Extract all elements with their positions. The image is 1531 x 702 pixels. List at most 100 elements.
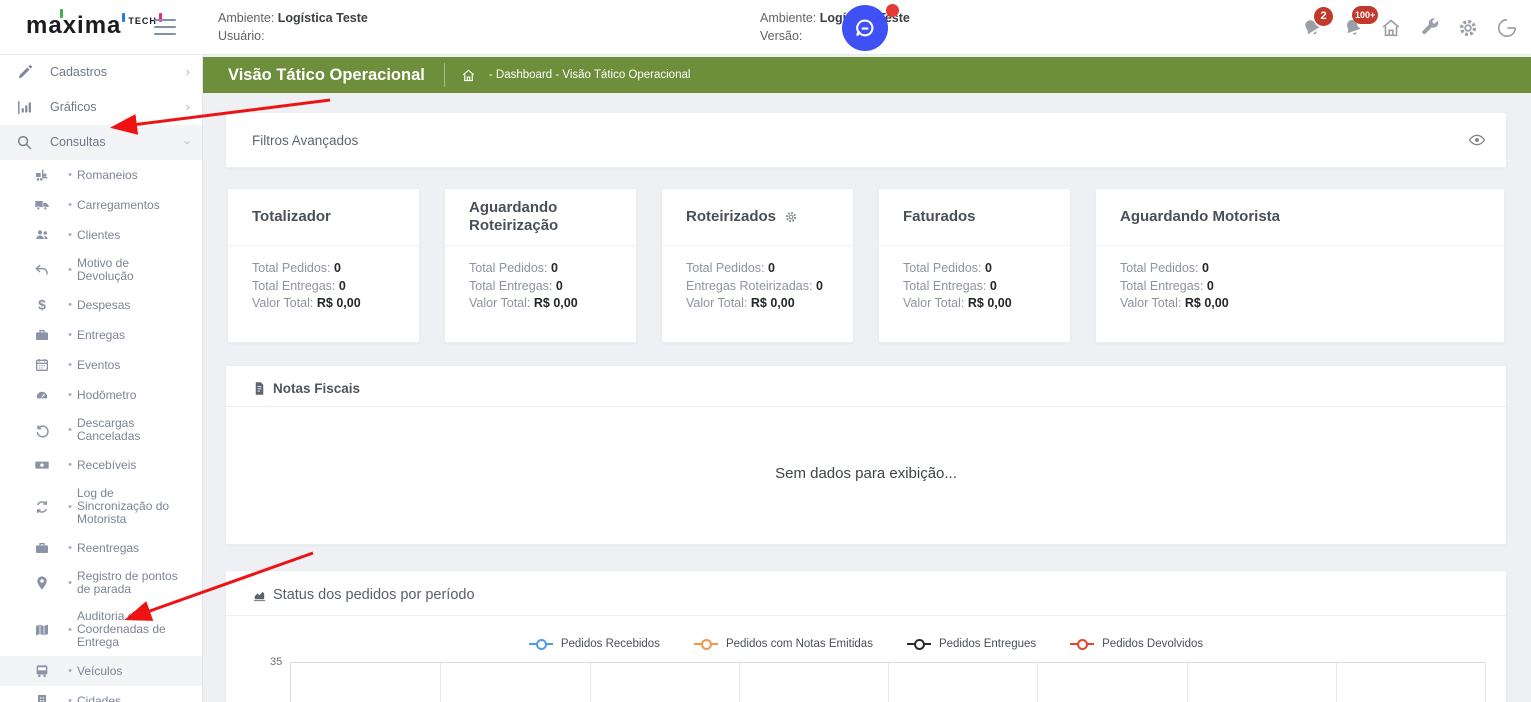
card-row: Valor Total: R$ 0,00: [252, 295, 395, 313]
tools-wrench-icon[interactable]: [1419, 17, 1441, 39]
map-icon: [34, 622, 50, 638]
card-row: Total Entregas: 0: [1120, 278, 1480, 296]
advanced-filters-panel[interactable]: Filtros Avançados: [225, 112, 1507, 168]
card-row: Valor Total: R$ 0,00: [469, 295, 612, 313]
card-settings-gear-icon[interactable]: [784, 210, 798, 224]
forklift-icon: [34, 167, 50, 183]
chart-grid: [290, 662, 1486, 702]
card-row: Total Pedidos: 0: [1120, 260, 1480, 278]
briefcase-icon: [34, 327, 50, 343]
main-content: Filtros Avançados Totalizador Total Pedi…: [203, 93, 1531, 702]
card-faturados: Faturados Total Pedidos: 0 Total Entrega…: [878, 188, 1071, 343]
card-row: Total Pedidos: 0: [252, 260, 395, 278]
location-pin-icon: [34, 575, 50, 591]
alerts-count-badge: 100+: [1352, 6, 1378, 24]
sidebar-item-clientes[interactable]: •Clientes: [0, 220, 202, 250]
chevron-right-icon: ›: [186, 99, 190, 114]
sidebar-item-consultas[interactable]: Consultas›: [0, 125, 202, 160]
legend-pedidos-entregues[interactable]: Pedidos Entregues: [907, 638, 1036, 650]
card-row: Valor Total: R$ 0,00: [686, 295, 829, 313]
legend-pedidos-recebidos[interactable]: Pedidos Recebidos: [529, 638, 660, 650]
building-icon: [34, 693, 50, 702]
gauge-icon: [34, 387, 50, 403]
card-row: Total Entregas: 0: [903, 278, 1046, 296]
empty-state-text: Sem dados para exibição...: [226, 465, 1506, 482]
y-axis-tick: 35: [270, 656, 282, 668]
legend-pedidos-notas-emitidas[interactable]: Pedidos com Notas Emitidas: [694, 638, 873, 650]
sidebar-item-carregamentos[interactable]: •Carregamentos: [0, 190, 202, 220]
sidebar-nav: Cadastros› Gráficos› Consultas› •Romanei…: [0, 55, 203, 702]
chevron-right-icon: ›: [186, 64, 190, 79]
sidebar-item-cidades[interactable]: •Cidades: [0, 686, 202, 702]
sidebar-item-despesas[interactable]: •Despesas: [0, 290, 202, 320]
card-aguardando-motorista: Aguardando Motorista Total Pedidos: 0 To…: [1095, 188, 1505, 343]
sidebar-item-romaneios[interactable]: •Romaneios: [0, 160, 202, 190]
logo-text: maxima: [26, 13, 121, 39]
sidebar-item-eventos[interactable]: •Eventos: [0, 350, 202, 380]
sidebar-item-descargas-canceladas[interactable]: •Descargas Canceladas: [0, 410, 202, 450]
chat-notification-dot: [886, 4, 899, 17]
search-icon: [16, 134, 33, 151]
sidebar-item-cadastros[interactable]: Cadastros›: [0, 55, 202, 90]
users-icon: [34, 227, 50, 243]
chat-support-button[interactable]: [842, 5, 888, 51]
card-totalizador: Totalizador Total Pedidos: 0 Total Entre…: [227, 188, 420, 343]
card-title: Faturados: [903, 208, 976, 226]
sidebar-item-graficos[interactable]: Gráficos›: [0, 90, 202, 125]
logo-accent-blue: [122, 13, 125, 22]
calendar-icon: [34, 357, 50, 373]
sidebar-item-recebiveis[interactable]: •Recebíveis: [0, 450, 202, 480]
card-row: Total Pedidos: 0: [903, 260, 1046, 278]
sidebar-item-hodometro[interactable]: •Hodômetro: [0, 380, 202, 410]
sidebar-toggle-icon[interactable]: [154, 19, 176, 40]
notifications-count-badge: 2: [1314, 7, 1333, 26]
bar-chart-icon: [16, 99, 33, 116]
document-icon: [252, 381, 267, 396]
notas-fiscais-panel: Notas Fiscais Sem dados para exibição...: [225, 365, 1507, 545]
legend-marker: [1070, 643, 1094, 645]
page-title-bar: Visão Tático Operacional - Dashboard - V…: [203, 57, 1531, 93]
dollar-icon: [34, 297, 50, 313]
legend-pedidos-devolvidos[interactable]: Pedidos Devolvidos: [1070, 638, 1203, 650]
status-pedidos-panel: Status dos pedidos por período Pedidos R…: [225, 570, 1507, 702]
sidebar-item-log-sincronizacao[interactable]: •Log de Sincronização do Motorista: [0, 480, 202, 533]
maximatech-logo[interactable]: maxima TECH: [26, 13, 162, 39]
sidebar-item-entregas[interactable]: •Entregas: [0, 320, 202, 350]
summary-cards-row: Totalizador Total Pedidos: 0 Total Entre…: [227, 188, 1505, 343]
card-title: Roteirizados: [686, 208, 776, 226]
logo-accent-green: [60, 9, 63, 18]
top-header: maxima TECH Ambiente: Logística Teste Us…: [0, 0, 1531, 55]
legend-marker: [694, 643, 718, 645]
sidebar-item-registro-pontos-parada[interactable]: •Registro de pontos de parada: [0, 563, 202, 603]
legend-marker: [907, 643, 931, 645]
card-title: Aguardando Roteirização: [469, 199, 618, 235]
sidebar-item-reentregas[interactable]: •Reentregas: [0, 533, 202, 563]
environment-info: Ambiente: Logística Teste Usuário:: [218, 9, 368, 45]
chat-bubble-icon: [852, 15, 878, 41]
status-chart-title: Status dos pedidos por período: [273, 587, 475, 603]
card-row: Valor Total: R$ 0,00: [1120, 295, 1480, 313]
undo-icon: [34, 422, 50, 438]
logout-icon[interactable]: [1496, 17, 1518, 39]
settings-gear-icon[interactable]: [1457, 17, 1479, 39]
banknote-icon: [34, 457, 50, 473]
sidebar-item-veiculos[interactable]: •Veículos: [0, 656, 202, 686]
home-icon[interactable]: [1380, 17, 1402, 39]
sidebar-item-motivo-devolucao[interactable]: •Motivo de Devolução: [0, 250, 202, 290]
chevron-down-icon: ›: [180, 140, 195, 144]
breadcrumb-home-icon[interactable]: [461, 68, 476, 83]
legend-marker: [529, 643, 553, 645]
sync-icon: [34, 499, 50, 515]
sidebar-item-auditoria-coordenadas[interactable]: •Auditoria de Coordenadas de Entrega: [0, 603, 202, 656]
truck-icon: [34, 197, 50, 213]
card-aguardando-roteirizacao: Aguardando Roteirização Total Pedidos: 0…: [444, 188, 637, 343]
pencil-icon: [16, 64, 33, 81]
eye-icon[interactable]: [1468, 131, 1486, 149]
card-row: Entregas Roteirizadas: 0: [686, 278, 829, 296]
reply-arrow-icon: [34, 262, 50, 278]
page-title: Visão Tático Operacional: [228, 66, 425, 85]
bus-icon: [34, 663, 50, 679]
notas-fiscais-title: Notas Fiscais: [273, 381, 360, 396]
briefcase-icon: [34, 540, 50, 556]
card-row: Total Entregas: 0: [252, 278, 395, 296]
